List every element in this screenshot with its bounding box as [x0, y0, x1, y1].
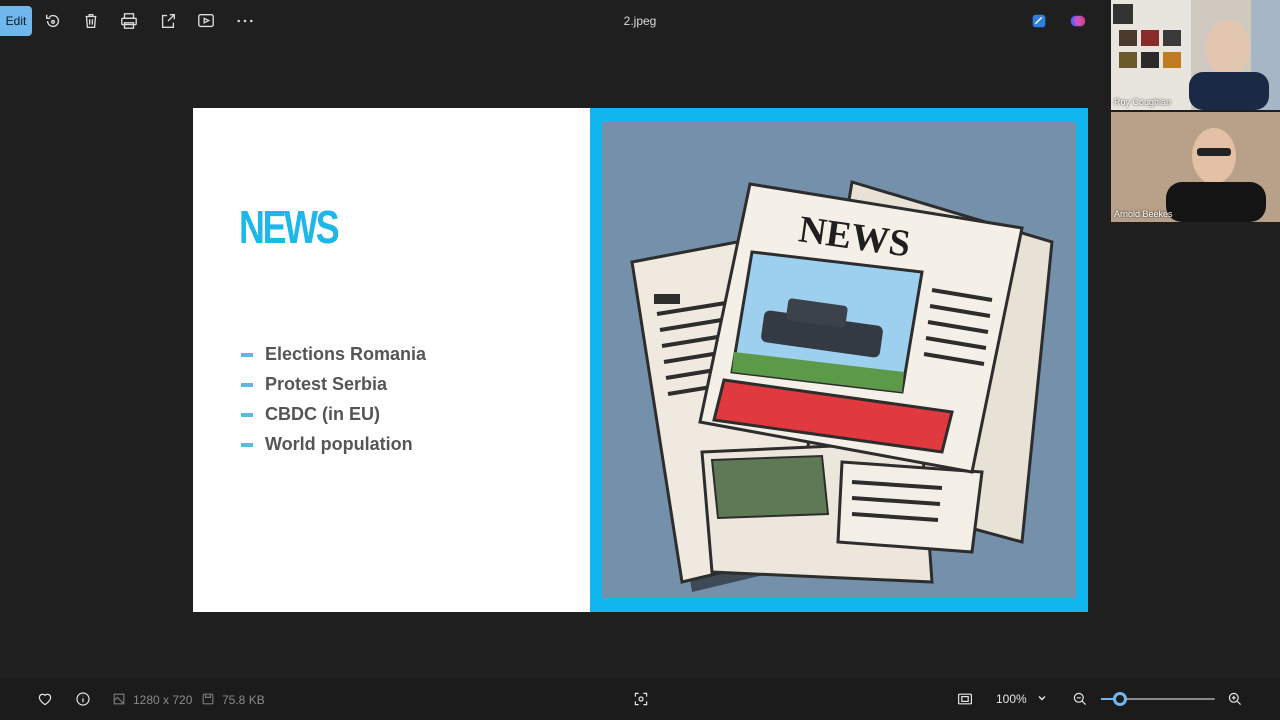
- photo-viewer-window: Edit 2.jpeg NEWS Elections Romania Prote…: [0, 0, 1280, 720]
- fit-to-window-icon[interactable]: [956, 690, 974, 708]
- bullet-list: Elections Romania Protest Serbia CBDC (i…: [241, 343, 426, 463]
- top-toolbar: Edit 2.jpeg: [0, 0, 1280, 42]
- bullet-dash-icon: [241, 353, 253, 357]
- participant-name: Roy Coughlan: [1114, 97, 1172, 107]
- list-item: Protest Serbia: [241, 373, 426, 403]
- zoom-slider[interactable]: [1101, 692, 1215, 706]
- bullet-dash-icon: [241, 383, 253, 387]
- zoom-level-value: 100%: [996, 692, 1027, 706]
- list-item: Elections Romania: [241, 343, 426, 373]
- list-item: CBDC (in EU): [241, 403, 426, 433]
- file-size-icon: [199, 690, 217, 708]
- image-dimensions: 1280 x 720: [133, 693, 193, 707]
- editor-app-icon[interactable]: [1028, 10, 1050, 32]
- favorite-heart-icon[interactable]: [36, 690, 54, 708]
- bullet-text: Protest Serbia: [265, 374, 388, 394]
- list-item: World population: [241, 433, 426, 463]
- participant-video-tile[interactable]: Arnold Beekes: [1111, 112, 1280, 222]
- print-icon[interactable]: [118, 10, 140, 32]
- bullet-text: Elections Romania: [265, 344, 427, 364]
- zoom-slider-thumb[interactable]: [1113, 692, 1128, 706]
- newspaper-illustration-frame: NEWS: [590, 108, 1088, 612]
- bullet-text: World population: [265, 434, 413, 454]
- edit-button[interactable]: Edit: [0, 6, 32, 36]
- dimensions-icon: [110, 690, 128, 708]
- share-icon[interactable]: [157, 10, 179, 32]
- visual-search-icon[interactable]: [632, 690, 650, 708]
- file-size: 75.8 KB: [222, 693, 265, 707]
- zoom-out-icon[interactable]: [1071, 690, 1089, 708]
- bullet-dash-icon: [241, 413, 253, 417]
- newspaper-illustration: NEWS: [602, 122, 1076, 598]
- bullet-dash-icon: [241, 443, 253, 447]
- slideshow-icon[interactable]: [195, 10, 217, 32]
- slide-heading: NEWS: [239, 201, 340, 253]
- slide-image: NEWS Elections Romania Protest Serbia CB…: [193, 108, 1088, 612]
- participant-video-tile[interactable]: Roy Coughlan: [1111, 0, 1280, 110]
- info-icon[interactable]: [74, 690, 92, 708]
- file-title: 2.jpeg: [623, 14, 657, 28]
- delete-icon[interactable]: [80, 10, 102, 32]
- bottom-status-bar: 1280 x 720 75.8 KB 100%: [0, 678, 1280, 720]
- zoom-in-icon[interactable]: [1226, 690, 1244, 708]
- zoom-level-dropdown[interactable]: 100%: [984, 687, 1056, 711]
- participant-name: Arnold Beekes: [1114, 209, 1173, 219]
- chevron-down-icon: [1038, 696, 1046, 701]
- bullet-text: CBDC (in EU): [265, 404, 380, 424]
- copilot-icon[interactable]: [1067, 10, 1089, 32]
- rotate-icon[interactable]: [42, 10, 64, 32]
- more-options-icon[interactable]: [234, 10, 256, 32]
